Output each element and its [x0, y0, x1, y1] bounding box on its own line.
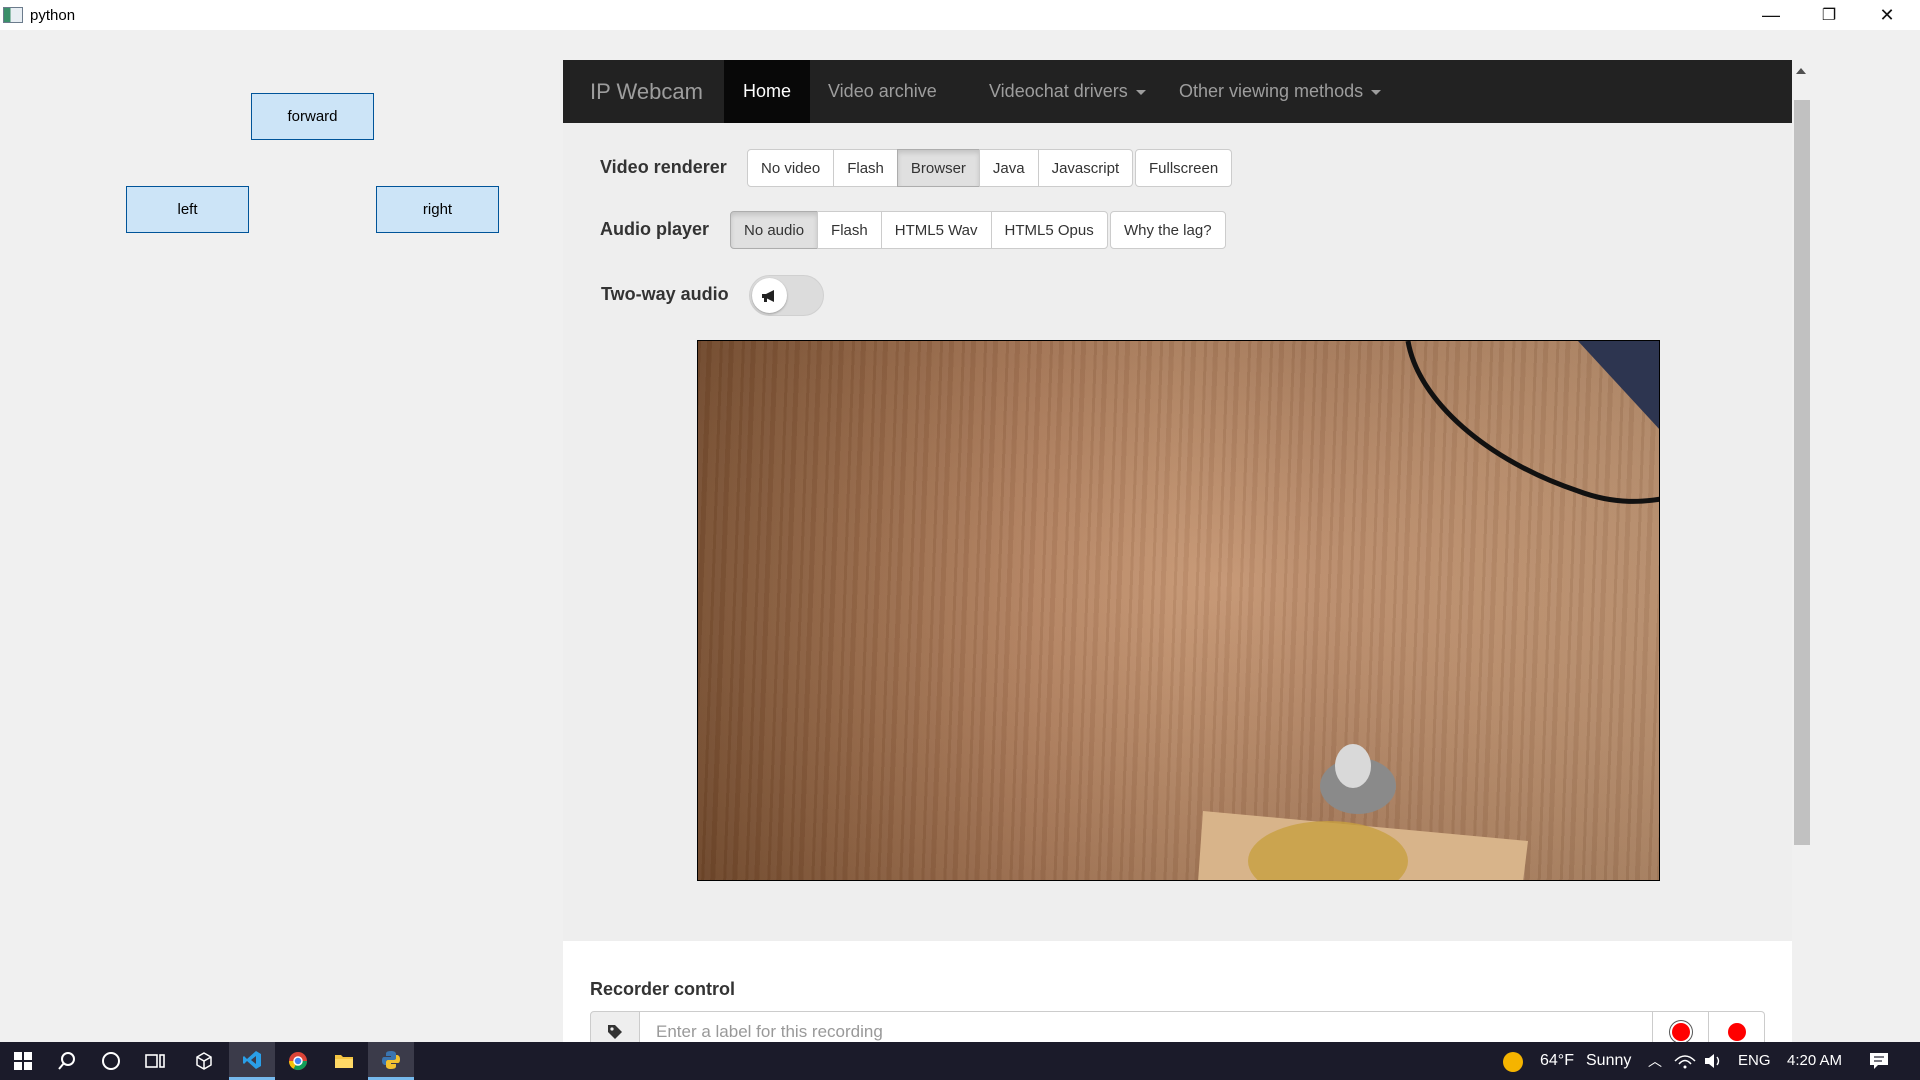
navbar: IP Webcam Home Video archive Videochat d… [563, 60, 1792, 123]
record-button[interactable] [1653, 1011, 1709, 1042]
volume-icon[interactable] [1704, 1053, 1724, 1069]
folder-icon [335, 1055, 353, 1068]
nav-home-label: Home [743, 81, 792, 101]
windows-taskbar: 64°F Sunny ︿ ENG 4:20 AM [0, 1042, 1920, 1080]
weather-sun-icon[interactable] [1502, 1051, 1524, 1073]
toggle-knob [752, 278, 787, 313]
audio-player-label: Audio player [600, 219, 710, 239]
video-scene [1198, 341, 1659, 880]
audio-option-flash[interactable]: Flash [817, 211, 882, 249]
chrome-icon[interactable] [275, 1042, 321, 1080]
two-way-audio-label: Two-way audio [601, 284, 729, 304]
minimize-icon: — [1762, 4, 1780, 25]
weather-temperature[interactable]: 64°F [1540, 1042, 1574, 1080]
fullscreen-group: Fullscreen [1135, 149, 1233, 187]
windows-logo-icon [14, 1052, 32, 1070]
maximize-button[interactable]: ❐ [1800, 0, 1858, 30]
forward-button[interactable]: forward [251, 93, 374, 140]
close-icon: ✕ [1879, 4, 1895, 25]
wheel-top-shape [1335, 744, 1371, 788]
caret-down-icon [1135, 89, 1146, 95]
nav-video-archive[interactable]: Video archive [809, 60, 956, 123]
audio-option-no-audio[interactable]: No audio [730, 211, 819, 249]
nav-videochat-drivers[interactable]: Videochat drivers [970, 60, 1165, 123]
cube-icon [196, 1052, 212, 1070]
scroll-up-arrow-icon[interactable] [1796, 68, 1806, 74]
laptop-corner-shape [1578, 341, 1659, 429]
maximize-icon: ❐ [1821, 7, 1837, 24]
nav-video-archive-label: Video archive [828, 81, 937, 101]
clock-time[interactable]: 4:20 AM [1787, 1042, 1842, 1080]
video-renderer-group: No video Flash Browser Java Javascript [747, 149, 1134, 187]
record-dot-icon [1727, 1023, 1746, 1041]
fullscreen-button[interactable]: Fullscreen [1135, 149, 1233, 187]
left-button[interactable]: left [126, 186, 249, 233]
task-view-glyph-icon [145, 1054, 165, 1068]
video-option-browser[interactable]: Browser [896, 149, 980, 187]
circle-icon [102, 1052, 120, 1070]
nav-other-viewing-methods-label: Other viewing methods [1179, 81, 1364, 101]
audio-option-html5-opus[interactable]: HTML5 Opus [990, 211, 1108, 249]
browser-scrollbar[interactable] [1792, 60, 1810, 1042]
audio-option-html5-wav[interactable]: HTML5 Wav [880, 211, 992, 249]
language-indicator[interactable]: ENG [1738, 1042, 1771, 1080]
webcam-browser-view: IP Webcam Home Video archive Videochat d… [563, 60, 1792, 1042]
weather-condition[interactable]: Sunny [1586, 1042, 1631, 1080]
vscode-logo-icon [243, 1050, 261, 1069]
magnifier-icon [58, 1052, 75, 1070]
window-title: python [30, 6, 76, 24]
recorder-panel: Recorder control Enter a label for this … [563, 941, 1792, 1042]
network-icon[interactable] [1674, 1053, 1696, 1069]
notifications-icon[interactable] [1869, 1052, 1889, 1070]
minimize-button[interactable]: — [1742, 0, 1800, 30]
task-view-icon[interactable] [132, 1042, 178, 1080]
tag-icon [590, 1011, 640, 1042]
video-option-no-video[interactable]: No video [747, 149, 835, 187]
nav-videochat-drivers-label: Videochat drivers [989, 81, 1128, 101]
nav-other-viewing-methods[interactable]: Other viewing methods [1160, 60, 1400, 123]
video-option-java[interactable]: Java [978, 149, 1039, 187]
vscode-icon[interactable] [229, 1042, 275, 1080]
search-icon[interactable] [44, 1042, 90, 1080]
nav-home[interactable]: Home [724, 60, 811, 123]
record-motion-button[interactable] [1709, 1011, 1765, 1042]
scroll-thumb[interactable] [1794, 100, 1810, 845]
recorder-heading: Recorder control [590, 979, 736, 999]
chrome-logo-icon [289, 1052, 307, 1071]
audio-player-group: No audio Flash HTML5 Wav HTML5 Opus [730, 211, 1108, 249]
right-button[interactable]: right [376, 186, 499, 233]
recording-label-input[interactable]: Enter a label for this recording [640, 1011, 1653, 1042]
python-app-icon [3, 7, 23, 23]
why-the-lag-button[interactable]: Why the lag? [1110, 211, 1226, 249]
python-logo-icon [382, 1050, 400, 1069]
chevron-up-icon[interactable]: ︿ [1648, 1042, 1662, 1080]
caret-down-icon [1371, 89, 1382, 95]
video-option-flash[interactable]: Flash [833, 149, 898, 187]
3d-viewer-icon[interactable] [181, 1042, 227, 1080]
cortana-icon[interactable] [88, 1042, 134, 1080]
window-title-bar: python — ❐ ✕ [0, 0, 1920, 30]
recorder-input-group: Enter a label for this recording [590, 1011, 1765, 1042]
video-renderer-label: Video renderer [600, 157, 727, 177]
webcam-video-feed [697, 340, 1660, 881]
file-explorer-icon[interactable] [321, 1042, 367, 1080]
megaphone-icon [761, 289, 774, 302]
close-button[interactable]: ✕ [1858, 0, 1916, 30]
python-taskbar-icon[interactable] [368, 1042, 414, 1080]
video-option-javascript[interactable]: Javascript [1037, 149, 1134, 187]
navbar-brand[interactable]: IP Webcam [590, 60, 703, 123]
lag-help-group: Why the lag? [1110, 211, 1226, 249]
record-icon [1671, 1023, 1690, 1041]
tag-icon-svg [608, 1025, 622, 1039]
windows-start-icon[interactable] [0, 1042, 46, 1080]
two-way-audio-toggle[interactable] [749, 275, 824, 316]
